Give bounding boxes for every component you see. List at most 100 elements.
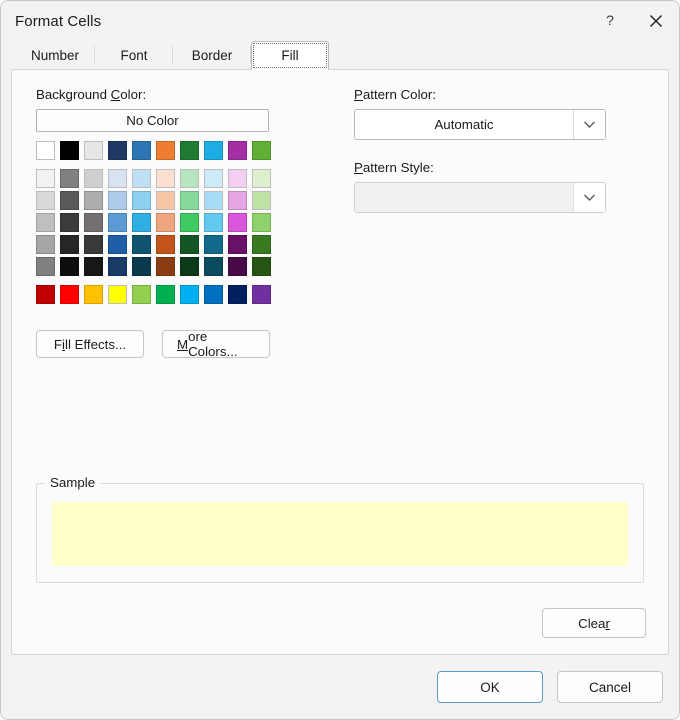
color-swatch[interactable] — [204, 141, 223, 160]
color-swatch[interactable] — [36, 213, 55, 232]
color-swatch[interactable] — [36, 257, 55, 276]
sample-legend: Sample — [45, 475, 101, 490]
color-swatch[interactable] — [252, 257, 271, 276]
pattern-color-dropdown[interactable]: Automatic — [354, 109, 606, 140]
color-swatch[interactable] — [36, 235, 55, 254]
clear-button[interactable]: Clea r — [542, 608, 646, 638]
color-swatch[interactable] — [156, 169, 175, 188]
cancel-button[interactable]: Cancel — [557, 671, 663, 703]
color-swatch[interactable] — [84, 257, 103, 276]
color-swatch[interactable] — [252, 213, 271, 232]
color-swatch[interactable] — [60, 169, 79, 188]
color-swatch[interactable] — [252, 285, 271, 304]
color-swatch[interactable] — [108, 213, 127, 232]
color-swatch[interactable] — [252, 169, 271, 188]
color-swatch[interactable] — [228, 257, 247, 276]
dialog-title: Format Cells — [15, 12, 102, 30]
no-color-button[interactable]: No Color — [36, 109, 269, 132]
color-swatch[interactable] — [180, 257, 199, 276]
color-swatch[interactable] — [60, 141, 79, 160]
color-swatch[interactable] — [84, 141, 103, 160]
color-swatch[interactable] — [132, 285, 151, 304]
color-swatch[interactable] — [204, 257, 223, 276]
color-swatch[interactable] — [36, 141, 55, 160]
color-swatch[interactable] — [156, 257, 175, 276]
sample-group: Sample — [36, 475, 644, 583]
color-swatch[interactable] — [204, 191, 223, 210]
color-swatch[interactable] — [108, 191, 127, 210]
color-swatch[interactable] — [60, 285, 79, 304]
color-swatch[interactable] — [156, 235, 175, 254]
color-swatch[interactable] — [60, 191, 79, 210]
tab-number[interactable]: Number — [15, 41, 96, 69]
color-swatch[interactable] — [204, 213, 223, 232]
color-swatch[interactable] — [252, 191, 271, 210]
color-swatch[interactable] — [156, 191, 175, 210]
color-swatch[interactable] — [180, 191, 199, 210]
fill-tab-panel: Background Color: No Color Fi ll Effects.… — [11, 69, 669, 655]
pattern-color-arrow[interactable] — [573, 110, 605, 139]
color-swatch[interactable] — [132, 141, 151, 160]
color-swatch[interactable] — [108, 169, 127, 188]
color-swatch[interactable] — [180, 213, 199, 232]
variant-row-4 — [36, 235, 336, 254]
color-swatch[interactable] — [132, 169, 151, 188]
color-swatch[interactable] — [156, 213, 175, 232]
color-swatch[interactable] — [84, 285, 103, 304]
close-button[interactable] — [633, 1, 679, 41]
color-swatch[interactable] — [108, 285, 127, 304]
tab-number-label: Number — [31, 47, 80, 63]
help-button[interactable]: ? — [587, 1, 633, 41]
color-swatch[interactable] — [132, 257, 151, 276]
background-color-section: Background Color: No Color Fi ll Effects.… — [36, 87, 336, 359]
color-swatch[interactable] — [252, 141, 271, 160]
color-swatch[interactable] — [60, 213, 79, 232]
pattern-style-dropdown[interactable] — [354, 182, 606, 213]
color-swatch[interactable] — [36, 191, 55, 210]
fill-action-buttons: Fi ll Effects... More Colors... — [36, 329, 336, 359]
color-swatch[interactable] — [204, 235, 223, 254]
color-swatch[interactable] — [132, 191, 151, 210]
color-swatch[interactable] — [36, 285, 55, 304]
color-swatch[interactable] — [60, 235, 79, 254]
color-swatch[interactable] — [252, 235, 271, 254]
color-swatch[interactable] — [228, 285, 247, 304]
pattern-color-label: Pattern Color: — [354, 87, 437, 102]
tab-font[interactable]: Font — [95, 41, 174, 69]
title-bar: Format Cells ? — [1, 1, 679, 41]
color-swatch[interactable] — [108, 257, 127, 276]
pattern-style-arrow[interactable] — [573, 183, 605, 212]
tab-fill[interactable]: Fill — [251, 41, 330, 70]
color-swatch[interactable] — [84, 213, 103, 232]
pattern-color-value: Automatic — [434, 117, 494, 132]
color-swatch[interactable] — [132, 213, 151, 232]
color-swatch[interactable] — [228, 235, 247, 254]
color-swatch[interactable] — [180, 169, 199, 188]
more-colors-button[interactable]: More Colors... — [162, 329, 270, 359]
color-swatch[interactable] — [84, 235, 103, 254]
color-swatch[interactable] — [228, 141, 247, 160]
color-swatch[interactable] — [156, 285, 175, 304]
color-swatch[interactable] — [180, 285, 199, 304]
color-swatch[interactable] — [228, 191, 247, 210]
theme-colors-row — [36, 141, 336, 160]
color-swatch[interactable] — [84, 169, 103, 188]
color-swatch[interactable] — [228, 213, 247, 232]
color-swatch[interactable] — [204, 169, 223, 188]
color-swatch[interactable] — [108, 141, 127, 160]
tab-border[interactable]: Border — [173, 41, 252, 69]
color-swatch[interactable] — [204, 285, 223, 304]
color-swatch[interactable] — [156, 141, 175, 160]
color-swatch[interactable] — [228, 169, 247, 188]
color-swatch[interactable] — [84, 191, 103, 210]
background-color-label: Background Color: — [36, 87, 147, 102]
color-swatch[interactable] — [108, 235, 127, 254]
color-swatch[interactable] — [132, 235, 151, 254]
ok-button[interactable]: OK — [437, 671, 543, 703]
color-swatch[interactable] — [60, 257, 79, 276]
color-swatch[interactable] — [180, 141, 199, 160]
question-mark-icon: ? — [606, 13, 614, 28]
color-swatch[interactable] — [180, 235, 199, 254]
color-swatch[interactable] — [36, 169, 55, 188]
fill-effects-button[interactable]: Fi ll Effects... — [36, 330, 144, 358]
